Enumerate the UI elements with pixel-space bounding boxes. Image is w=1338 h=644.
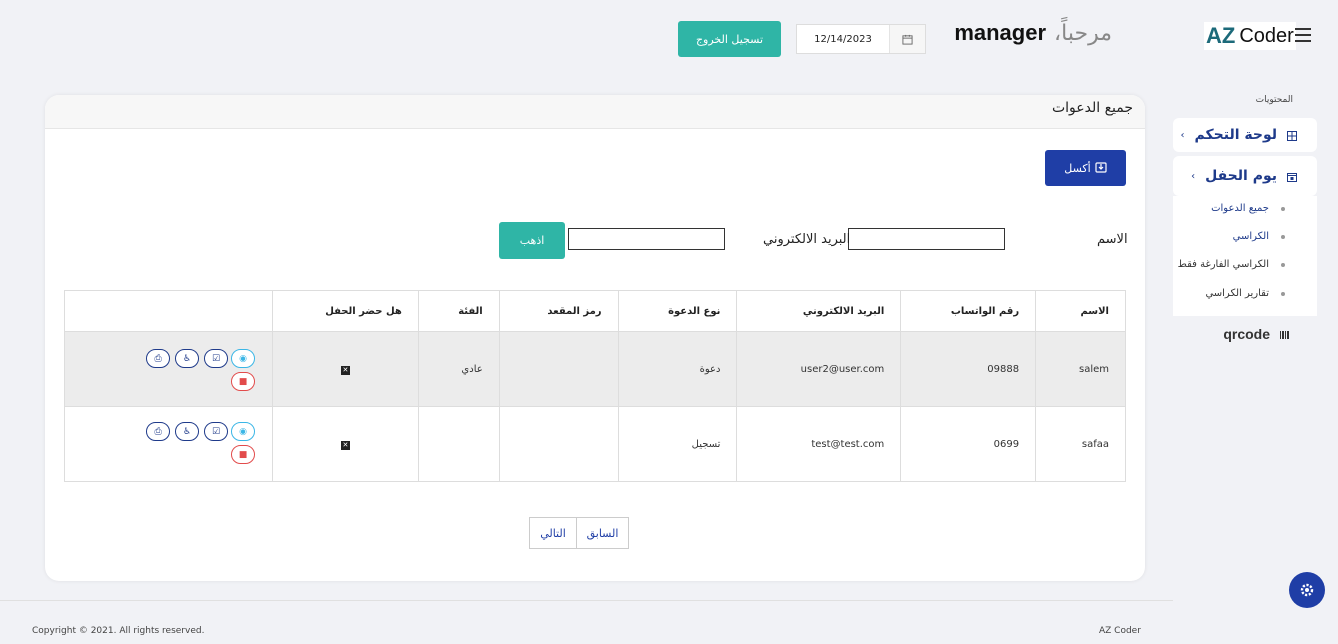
seat-icon[interactable]: ♿: [175, 422, 200, 441]
calendar-check-icon: [1287, 167, 1297, 186]
sidebar-subitem-all-invites[interactable]: جميع الدعوات: [1211, 203, 1285, 214]
greeting: مرحباً، manager: [954, 20, 1112, 46]
trash-icon[interactable]: ■: [231, 372, 256, 391]
footer-brand: AZ Coder: [1099, 626, 1141, 636]
excel-export-button[interactable]: أكسل: [1045, 150, 1126, 186]
cell-whatsapp: 0699: [900, 406, 1037, 482]
table-header-row: الاسم رقم الواتساب البريد الالكتروني نوع…: [63, 290, 1126, 332]
chevron-icon: ‹: [1191, 170, 1196, 182]
table-row: salem 09888 user2@user.com دعوة عادي ✕ ◉…: [63, 331, 1126, 407]
next-page-button[interactable]: التالي: [529, 517, 577, 549]
cell-attended: ✕: [272, 406, 419, 482]
sidebar-item-label: لوحة التحكم: [1194, 127, 1277, 143]
sidebar-subitem-chair-reports[interactable]: تقارير الكراسي: [1205, 288, 1285, 299]
sidebar-item-label: يوم الحفل: [1205, 168, 1277, 184]
sidebar-subitem-chairs[interactable]: الكراسي: [1233, 231, 1285, 242]
barcode-icon: [1280, 326, 1290, 342]
cell-name: safaa: [1035, 406, 1126, 482]
cell-seat-code: [498, 406, 619, 482]
sidebar-subitem-label: جميع الدعوات: [1211, 203, 1269, 214]
table-row: safaa 0699 test@test.com تسجيل ✕ ◉ ☑ ♿ ⎙…: [63, 406, 1126, 482]
cell-category: [417, 406, 500, 482]
column-header-name[interactable]: الاسم: [1035, 290, 1126, 332]
date-picker[interactable]: 12/14/2023: [796, 24, 926, 54]
prev-page-button[interactable]: السابق: [577, 517, 629, 549]
view-icon[interactable]: ◉: [231, 349, 256, 368]
sidebar-subitem-label: الكراسي الفارغة فقط: [1177, 259, 1269, 270]
column-header-email[interactable]: البريد الالكتروني: [736, 290, 902, 332]
email-filter-input[interactable]: [568, 228, 725, 250]
grid-icon: [1287, 126, 1297, 145]
sidebar-subitem-label: تقارير الكراسي: [1205, 288, 1269, 299]
chevron-icon: ‹: [1180, 129, 1185, 141]
date-value[interactable]: 12/14/2023: [797, 34, 889, 45]
go-button[interactable]: اذهب: [499, 222, 565, 259]
column-header-whatsapp[interactable]: رقم الواتساب: [900, 290, 1037, 332]
cell-email: test@test.com: [736, 406, 902, 482]
logout-button[interactable]: تسجيل الخروج: [678, 21, 781, 57]
bullet-icon: [1281, 291, 1285, 296]
sidebar-subitem-label: الكراسي: [1232, 231, 1269, 242]
brand-az: AZ: [1206, 23, 1236, 48]
email-filter-label: البريد الالكتروني: [763, 232, 851, 247]
excel-icon: [1095, 161, 1107, 176]
calendar-icon[interactable]: [889, 25, 925, 53]
cell-category: عادي: [417, 331, 500, 407]
name-filter-input[interactable]: [848, 228, 1005, 250]
cell-whatsapp: 09888: [900, 331, 1037, 407]
sidebar-subitem-empty-chairs[interactable]: الكراسي الفارغة فقط: [1178, 259, 1285, 270]
greeting-text: مرحباً،: [1054, 21, 1112, 46]
cell-invite-type: تسجيل: [617, 406, 738, 482]
column-header-attended[interactable]: هل حضر الحفل: [272, 290, 419, 332]
excel-label: أكسل: [1064, 161, 1091, 175]
bullet-icon: [1281, 262, 1285, 267]
column-header-category[interactable]: الفئة: [417, 290, 500, 332]
gear-icon[interactable]: [1289, 572, 1325, 608]
cell-email: user2@user.com: [736, 331, 902, 407]
column-header-invite-type[interactable]: نوع الدعوة: [617, 290, 738, 332]
footer-divider: [0, 600, 1173, 601]
sidebar-submenu: جميع الدعوات الكراسي الكراسي الفارغة فقط…: [1173, 196, 1317, 316]
column-header-actions: [63, 290, 274, 332]
cell-actions: ◉ ☑ ♿ ⎙ ■: [63, 406, 274, 482]
view-icon[interactable]: ◉: [231, 422, 256, 441]
sidebar-item-dashboard[interactable]: ‹ لوحة التحكم: [1173, 118, 1317, 152]
page-title: جميع الدعوات: [1051, 100, 1133, 116]
card-header: جميع الدعوات: [45, 95, 1145, 129]
cell-attended: ✕: [272, 331, 419, 407]
invitations-table: الاسم رقم الواتساب البريد الالكتروني نوع…: [63, 290, 1126, 482]
menu-icon[interactable]: [1295, 28, 1311, 42]
not-attended-checkbox[interactable]: ✕: [340, 440, 350, 450]
print-icon[interactable]: ⎙: [146, 349, 171, 368]
trash-icon[interactable]: ■: [231, 445, 256, 464]
column-header-seat-code[interactable]: رمز المقعد: [498, 290, 619, 332]
pagination: التالي السابق: [529, 517, 629, 549]
edit-icon[interactable]: ☑: [204, 422, 229, 441]
sidebar-item-qrcode[interactable]: qrcode: [1223, 326, 1290, 342]
username: manager: [954, 20, 1047, 45]
print-icon[interactable]: ⎙: [146, 422, 171, 441]
sidebar-item-party-day[interactable]: ‹ يوم الحفل: [1173, 156, 1317, 196]
sidebar-heading: المحتويات: [1255, 95, 1293, 105]
copyright-text: Copyright © 2021. All rights reserved.: [32, 626, 205, 636]
cell-actions: ◉ ☑ ♿ ⎙ ■: [63, 331, 274, 407]
edit-icon[interactable]: ☑: [204, 349, 229, 368]
cell-name: salem: [1035, 331, 1126, 407]
brand-coder: Coder: [1239, 24, 1294, 47]
bullet-icon: [1281, 206, 1285, 211]
seat-icon[interactable]: ♿: [175, 349, 200, 368]
invitations-card: جميع الدعوات أكسل الاسم البريد الالكترون…: [45, 95, 1145, 581]
sidebar-item-label: qrcode: [1223, 326, 1270, 342]
brand-logo[interactable]: AZ Coder: [1204, 22, 1296, 50]
cell-invite-type: دعوة: [617, 331, 738, 407]
name-filter-label: الاسم: [1097, 232, 1128, 247]
bullet-icon: [1281, 234, 1285, 239]
cell-seat-code: [498, 331, 619, 407]
not-attended-checkbox[interactable]: ✕: [340, 365, 350, 375]
